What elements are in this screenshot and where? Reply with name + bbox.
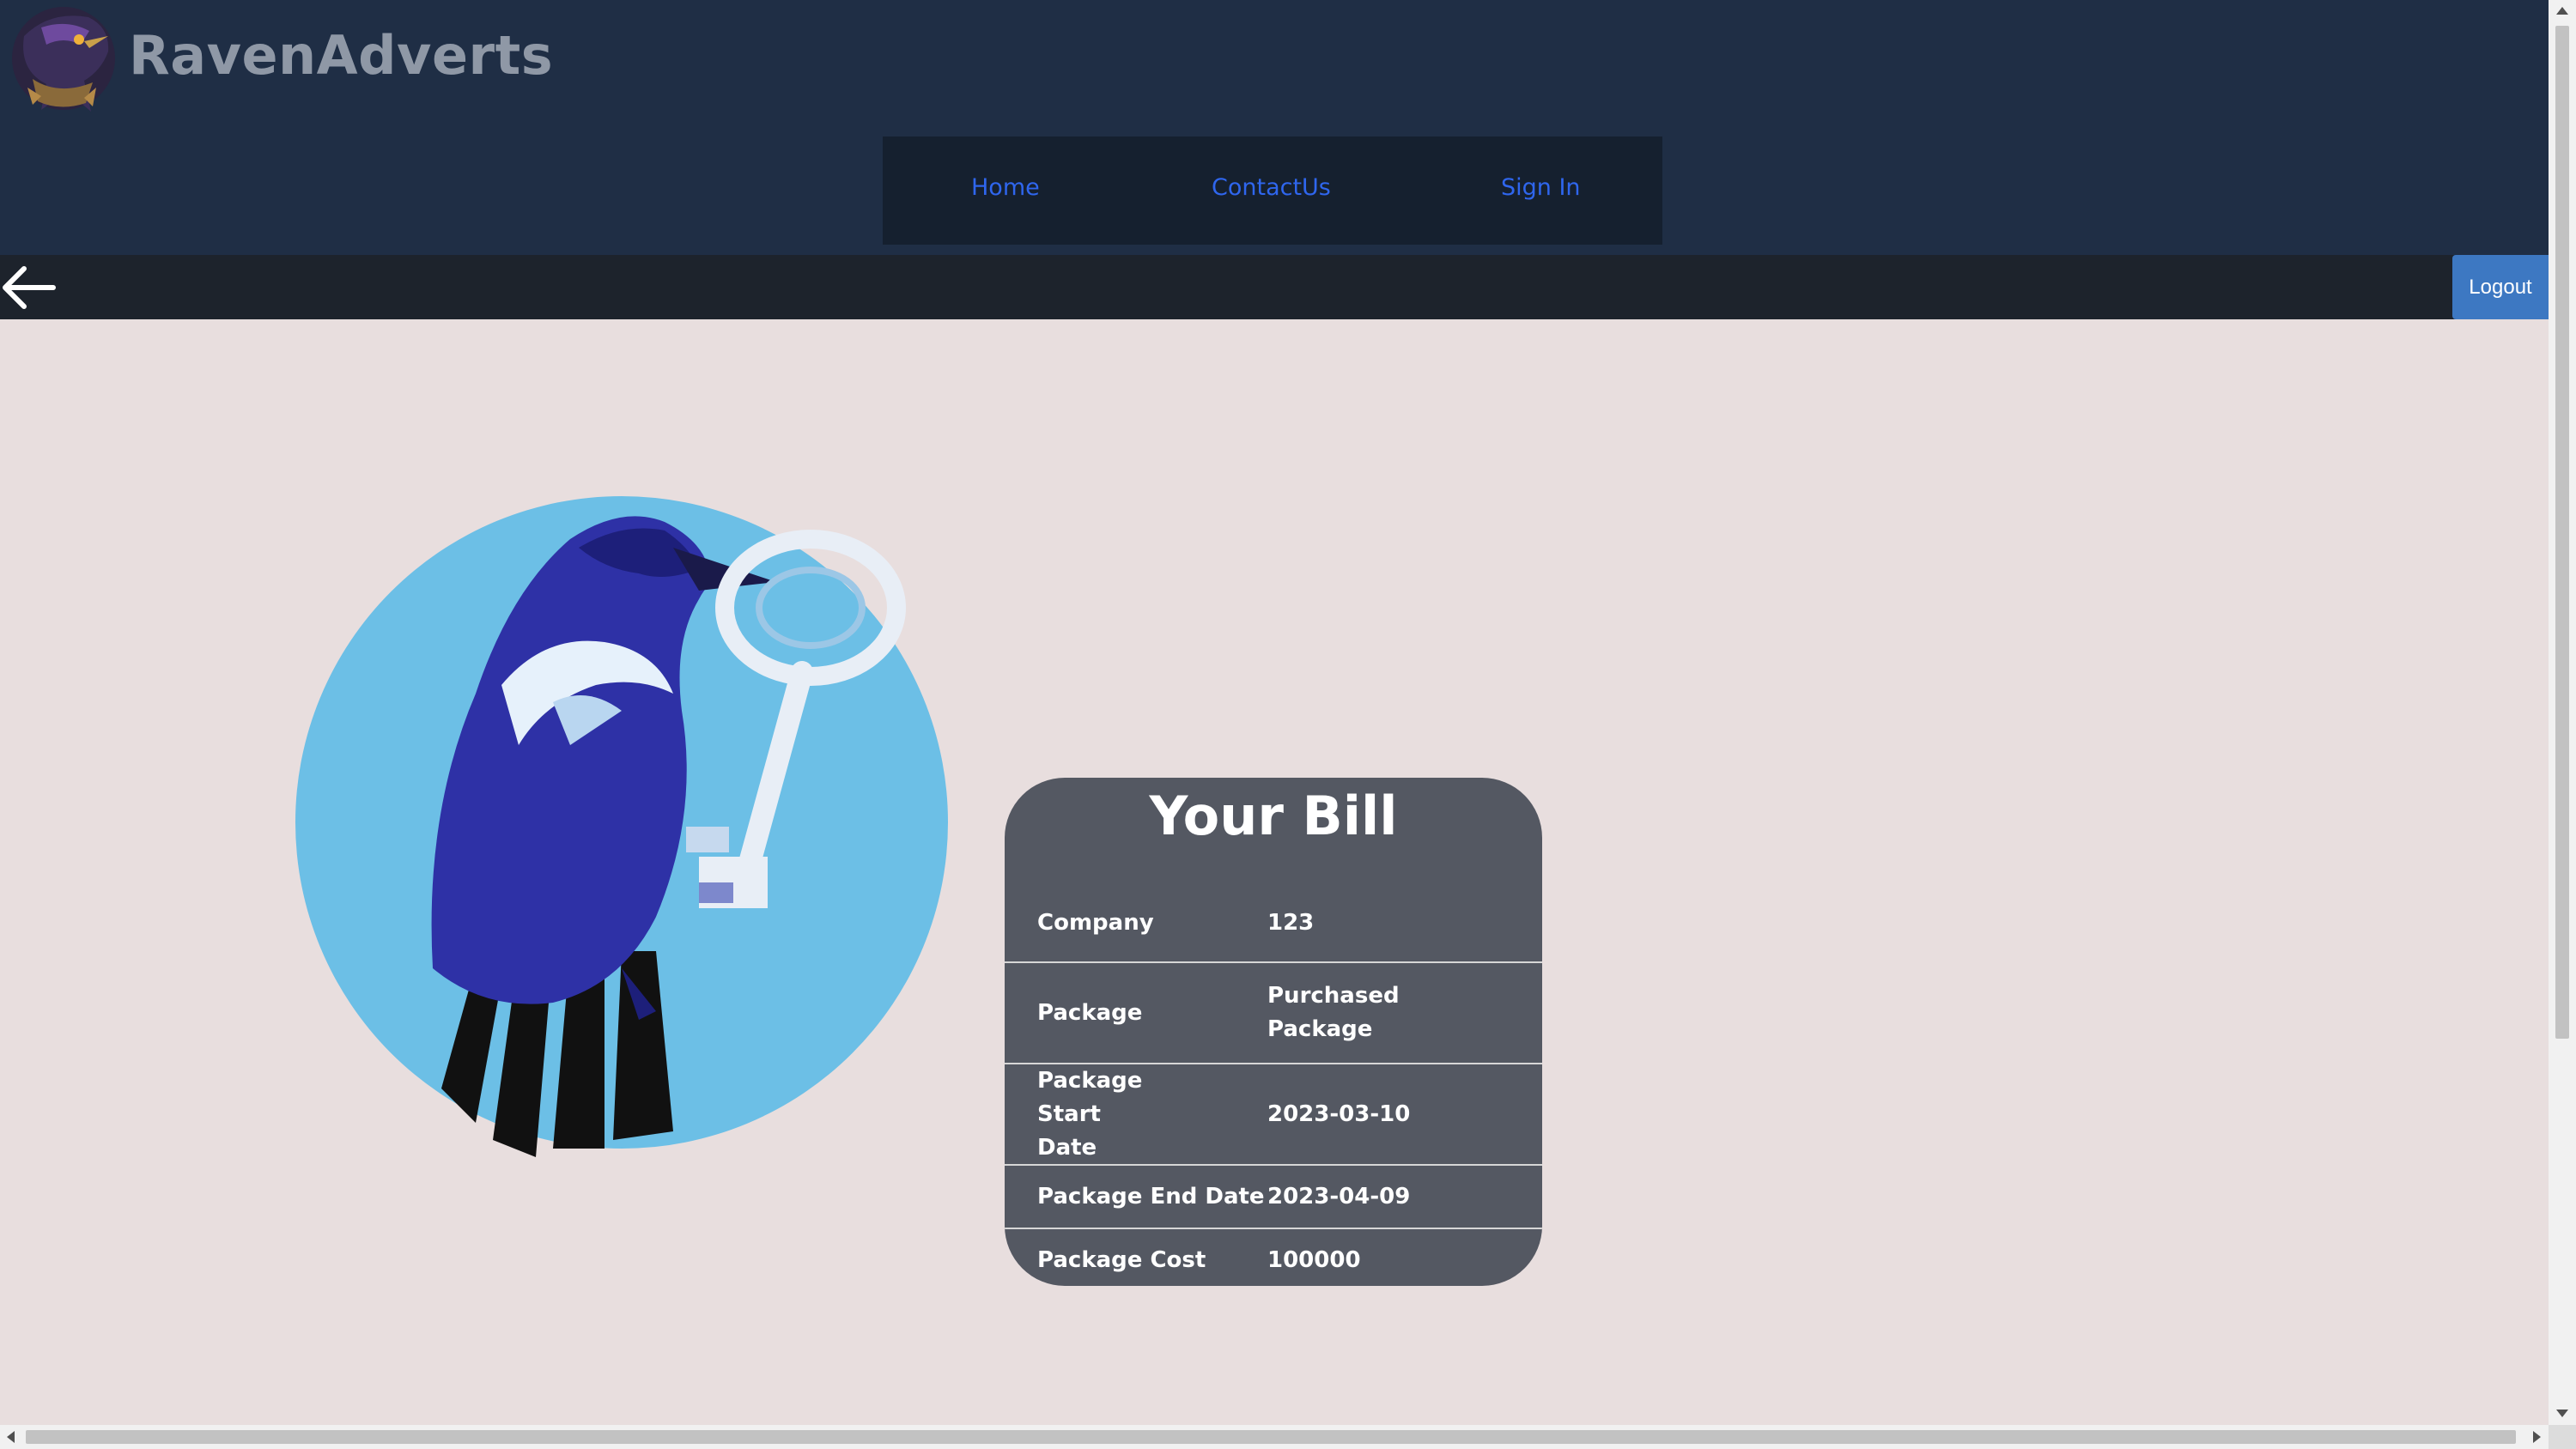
bill-value: 123 — [1267, 909, 1315, 936]
horizontal-scroll-thumb[interactable] — [26, 1430, 2516, 1444]
scroll-right-icon[interactable] — [2533, 1431, 2541, 1443]
nav-contactus-link[interactable]: ContactUs — [1212, 174, 1331, 201]
horizontal-scrollbar[interactable] — [0, 1425, 2549, 1449]
nav-sign-in-link[interactable]: Sign In — [1501, 174, 1581, 201]
bill-label: Package Cost — [1037, 1246, 1206, 1273]
bill-value: Purchased Package — [1267, 983, 1400, 1042]
bill-label: Package — [1037, 999, 1143, 1026]
raven-key-illustration — [295, 496, 948, 1157]
vertical-scroll-thumb[interactable] — [2555, 26, 2569, 1039]
raven-logo-icon[interactable] — [7, 2, 120, 120]
scroll-left-icon[interactable] — [7, 1431, 15, 1443]
nav-home-link[interactable]: Home — [971, 174, 1040, 201]
bill-label: Package Start Date — [1037, 1067, 1143, 1161]
bill-value: 100000 — [1267, 1246, 1361, 1273]
arrow-left-icon[interactable] — [0, 264, 57, 312]
bill-label: Company — [1037, 909, 1154, 936]
bill-card: Your Bill Company 123 Package Purchased … — [1005, 778, 1542, 1286]
scroll-up-icon[interactable] — [2556, 7, 2568, 15]
bill-table: Company 123 Package Purchased Package Pa… — [1005, 884, 1542, 1286]
brand-name[interactable]: RavenAdverts — [129, 24, 553, 87]
bill-row-start-date: Package Start Date 2023-03-10 — [1005, 1064, 1542, 1166]
main-nav: Home ContactUs Sign In — [883, 136, 1662, 245]
bill-title: Your Bill — [1149, 785, 1398, 847]
scroll-down-icon[interactable] — [2556, 1410, 2568, 1417]
vertical-scrollbar[interactable] — [2549, 0, 2576, 1449]
bill-value: 2023-04-09 — [1267, 1183, 1411, 1210]
bill-row-package: Package Purchased Package — [1005, 963, 1542, 1064]
bill-row-end-date: Package End Date 2023-04-09 — [1005, 1166, 1542, 1229]
logout-button[interactable]: Logout — [2452, 255, 2549, 319]
bill-row-cost: Package Cost 100000 — [1005, 1229, 1542, 1286]
bill-row-company: Company 123 — [1005, 884, 1542, 963]
toolbar: Logout — [0, 255, 2549, 319]
bill-value: 2023-03-10 — [1267, 1100, 1411, 1127]
site-header: RavenAdverts Home ContactUs Sign In — [0, 0, 2549, 255]
scrollbar-corner — [2549, 1425, 2576, 1449]
bill-label: Package End Date — [1037, 1183, 1265, 1210]
